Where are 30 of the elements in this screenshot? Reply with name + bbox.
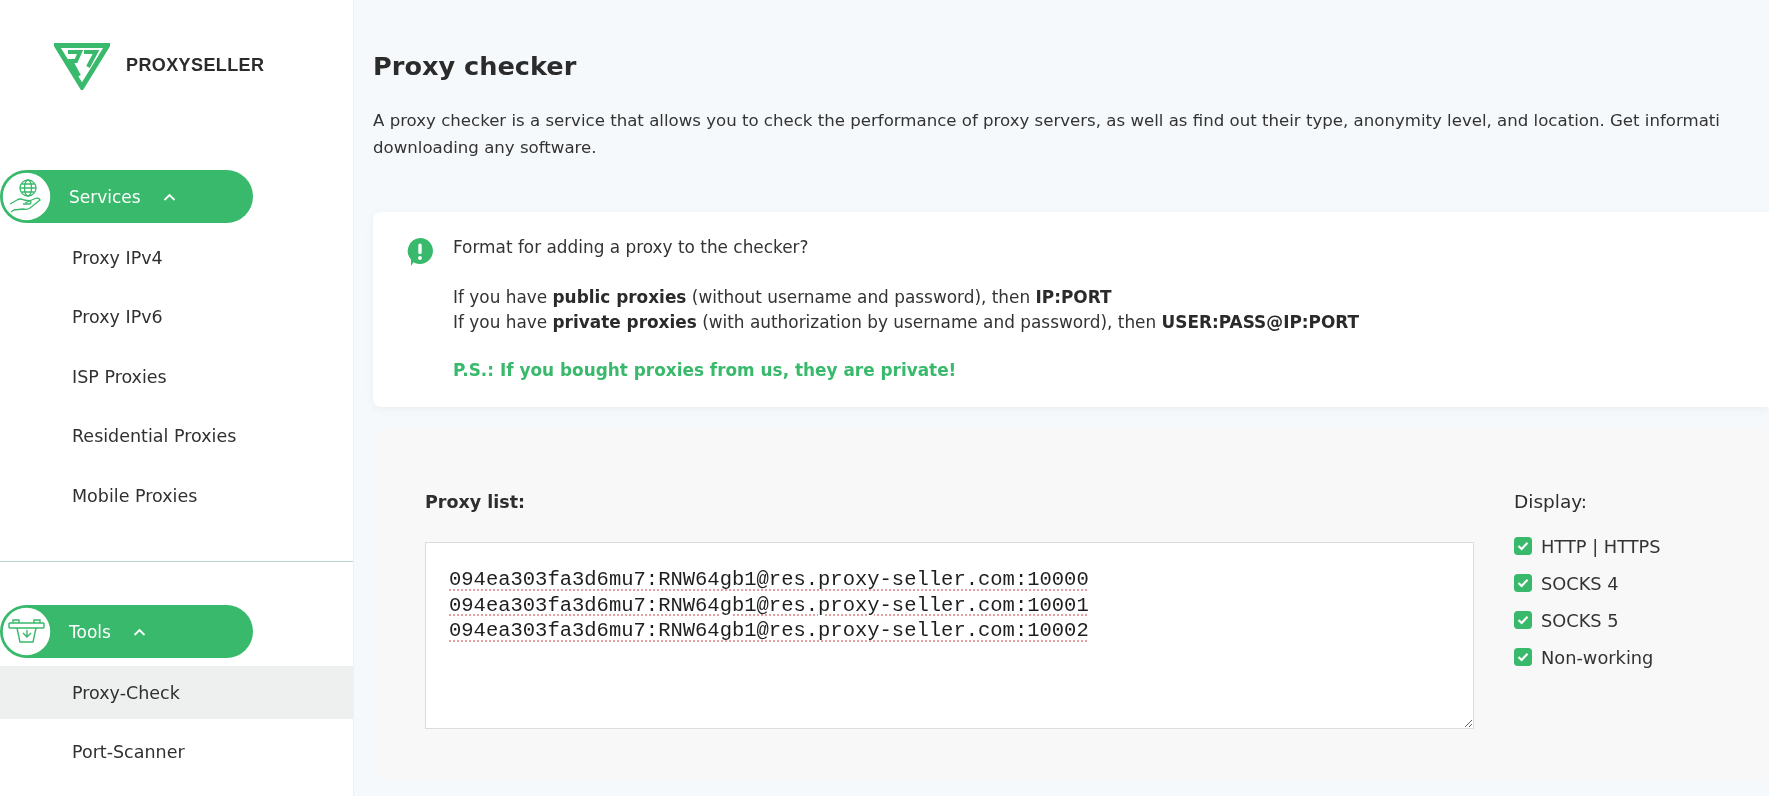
checkbox[interactable] — [1514, 574, 1532, 593]
checkbox[interactable] — [1514, 611, 1532, 630]
sidebar-item[interactable]: Mobile Proxies — [0, 469, 353, 522]
note-text: P.S.: If you bought proxies from us, they are private! — [453, 359, 958, 383]
sidebar-item[interactable]: Residential Proxies — [0, 409, 353, 463]
notice-question: Format for adding a proxy to the checker? — [453, 236, 810, 259]
format-instruction-text: If you have private proxies (with authorization by username and password), then USER:PASS@IP:PORT — [453, 311, 1360, 335]
logo-icon — [54, 43, 110, 90]
format-instruction-text: If you have public proxies (without username and password), then IP:PORT — [453, 286, 1113, 310]
sidebar-item[interactable]: Proxy-Check — [0, 666, 353, 719]
logo-text: PROXYSELLER — [126, 55, 265, 76]
sidebar-item[interactable]: Port-Scanner — [0, 725, 353, 779]
proxy-list-field[interactable]: 094ea303fa3d6mu7:RNW64gb1@res.proxy-seller.com:10000 094ea303fa3d6mu7:RNW64gb1@res.proxy-seller.com:10001 094ea303fa3d6mu7:RNW64gb1@res.proxy-seller.com:10002 — [425, 542, 1474, 730]
checkbox[interactable] — [1514, 537, 1532, 556]
page-title: Proxy checker — [373, 50, 578, 83]
alert-icon — [407, 238, 433, 266]
option-label: HTTP | HTTPS — [1541, 535, 1661, 557]
field-label: Proxy list: — [425, 491, 527, 515]
sidebar-item[interactable]: ISP Proxies — [0, 350, 353, 403]
chevron-up-icon — [162, 192, 176, 201]
option-label: Non-working — [1541, 646, 1654, 668]
chevron-up-icon — [132, 627, 146, 636]
checkbox[interactable] — [1514, 648, 1532, 667]
field-label: Display: — [1514, 490, 1589, 515]
option-label: SOCKS 5 — [1541, 609, 1619, 631]
description-text: downloading any software. — [373, 137, 598, 159]
sidebar-item[interactable]: Proxy IPv4 — [0, 231, 353, 284]
sidebar-item[interactable]: Proxy IPv6 — [0, 290, 353, 344]
option-label: SOCKS 4 — [1541, 572, 1619, 594]
description-text: A proxy checker is a service that allows you to check the performance of proxy servers, as well as find out their type, anonymity level, and location. Get informati — [373, 110, 1721, 132]
